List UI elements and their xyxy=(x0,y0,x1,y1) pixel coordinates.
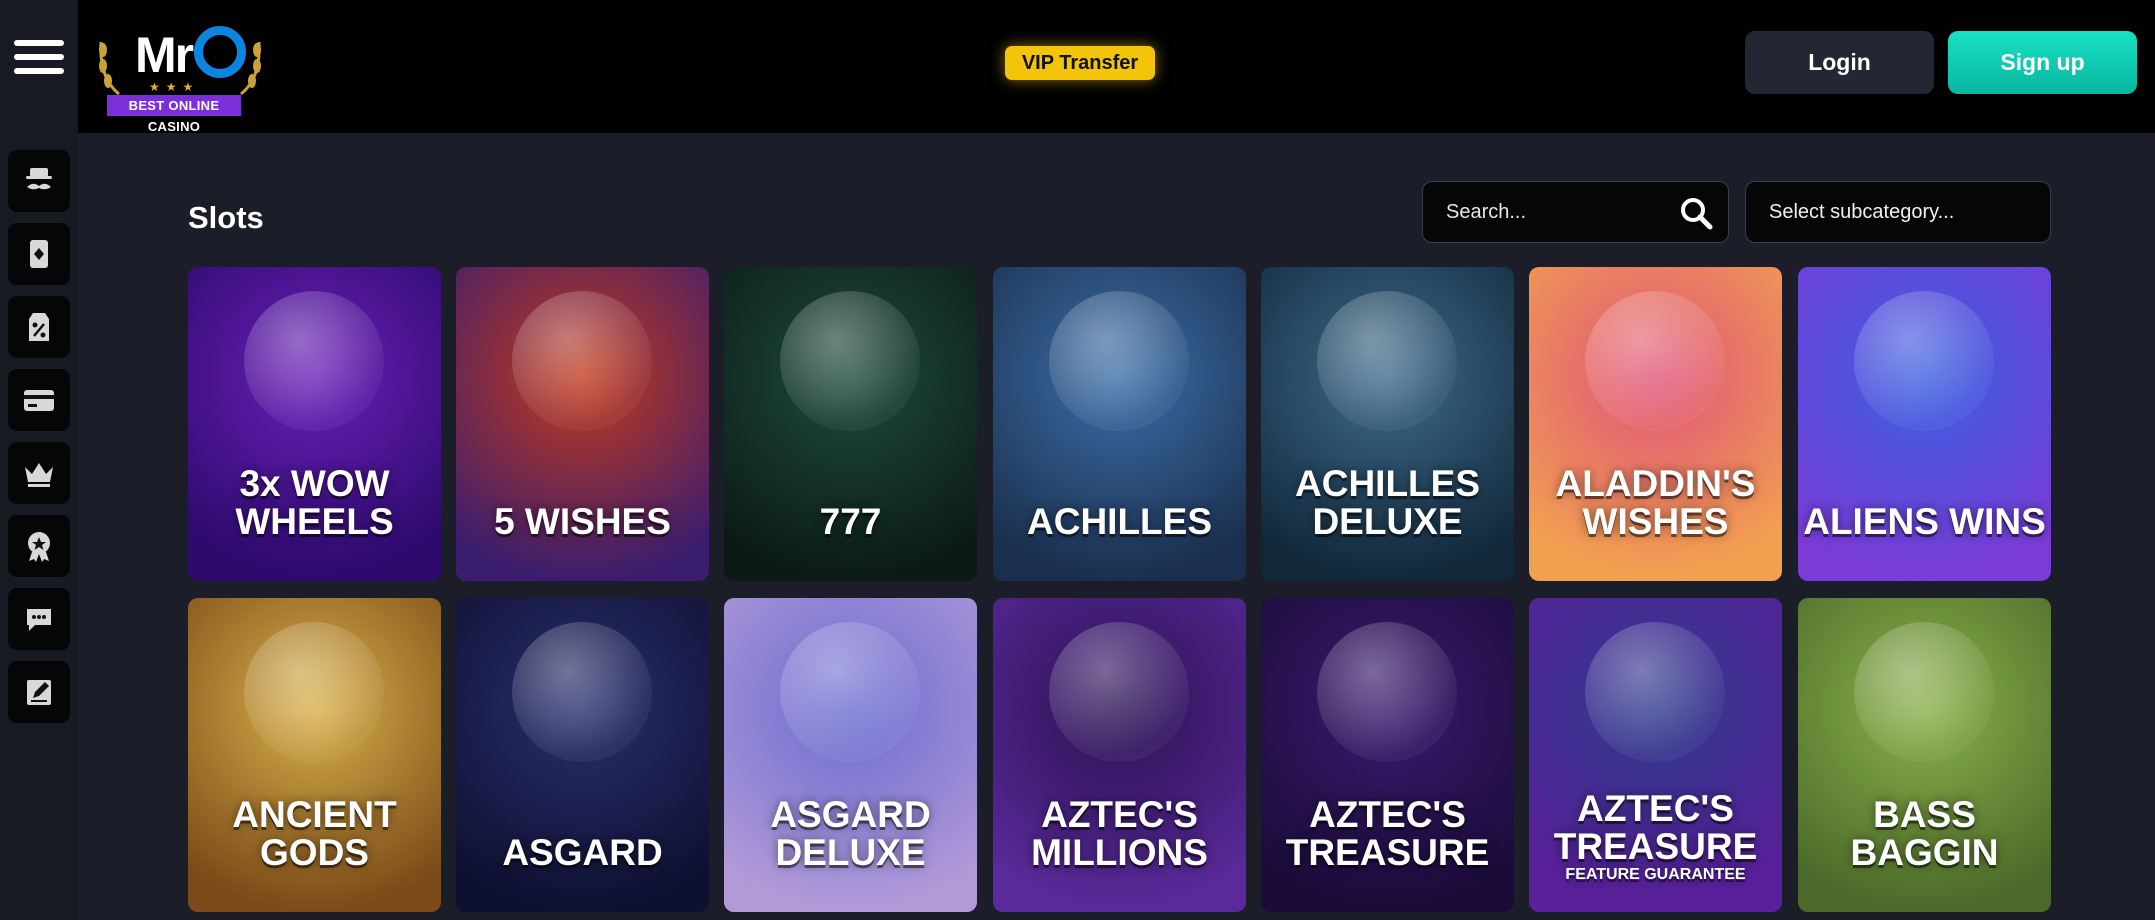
game-artwork-figure xyxy=(1317,622,1457,762)
subcategory-select[interactable]: Select subcategory... xyxy=(1745,181,2051,243)
logo-stars-icon: ★★★ xyxy=(149,80,200,94)
game-artwork-figure xyxy=(1585,291,1725,431)
game-tile[interactable]: ALIENS WINS xyxy=(1798,267,2051,581)
game-tile[interactable]: ACHILLES DELUXE xyxy=(1261,267,1514,581)
game-artwork-figure xyxy=(1585,622,1725,762)
game-tile[interactable]: BASS BAGGIN xyxy=(1798,598,2051,912)
game-title-text: 777 xyxy=(819,501,882,542)
game-tile[interactable]: ANCIENT GODS xyxy=(188,598,441,912)
sidebar-item-vip[interactable] xyxy=(8,442,70,504)
game-artwork-figure xyxy=(512,291,652,431)
page-title: Slots xyxy=(188,200,264,235)
game-tile[interactable]: AZTEC'S MILLIONS xyxy=(993,598,1246,912)
game-title: 777 xyxy=(724,503,977,541)
logo-tagline: BEST ONLINE CASINO xyxy=(107,95,241,134)
game-artwork-figure xyxy=(244,291,384,431)
top-header: Mr ★★★ BEST ONLINE CASINO VIP Transfer L… xyxy=(78,0,2155,134)
crown-icon xyxy=(25,463,53,487)
game-title: ASGARD xyxy=(456,834,709,872)
game-artwork-figure xyxy=(780,291,920,431)
game-title-text: ASGARD DELUXE xyxy=(770,794,931,873)
game-title: ACHILLES DELUXE xyxy=(1261,465,1514,541)
sidebar-item-promotions[interactable] xyxy=(8,296,70,358)
sidebar-item-cards[interactable] xyxy=(8,223,70,285)
game-title: ACHILLES xyxy=(993,503,1246,541)
sidebar-item-support[interactable] xyxy=(8,588,70,650)
laurel-left-icon xyxy=(99,41,120,96)
game-artwork-figure xyxy=(512,622,652,762)
mustache-hat-icon xyxy=(26,168,52,190)
discount-tag-icon xyxy=(29,313,49,341)
search-icon[interactable] xyxy=(1679,196,1713,230)
sidebar-item-payments[interactable] xyxy=(8,369,70,431)
game-title: 3x WOW WHEELS xyxy=(188,465,441,541)
game-title: ALADDIN'S WISHES xyxy=(1529,465,1782,541)
search-input[interactable] xyxy=(1423,182,1673,242)
game-title-text: ALIENS WINS xyxy=(1803,501,2046,542)
game-title-text: 3x WOW WHEELS xyxy=(235,463,394,542)
credit-card-icon xyxy=(24,390,54,411)
game-title: AZTEC'S TREASURE xyxy=(1261,796,1514,872)
game-title-text: AZTEC'S MILLIONS xyxy=(1031,794,1208,873)
game-tile[interactable]: AZTEC'S TREASURE xyxy=(1261,598,1514,912)
game-title: AZTEC'S TREASURE FEATURE GUARANTEE xyxy=(1529,790,1782,884)
game-artwork-figure xyxy=(780,622,920,762)
game-title-text: ASGARD xyxy=(502,832,663,873)
game-artwork-figure xyxy=(1317,291,1457,431)
game-title: BASS BAGGIN xyxy=(1798,796,2051,872)
game-title-text: BASS BAGGIN xyxy=(1850,794,1999,873)
sidebar-item-notes[interactable] xyxy=(8,661,70,723)
sidebar-item-mustache[interactable] xyxy=(8,150,70,212)
edit-note-icon xyxy=(27,680,51,705)
game-tile[interactable]: ACHILLES xyxy=(993,267,1246,581)
game-title-text: AZTEC'S TREASURE xyxy=(1553,788,1758,867)
game-tile[interactable]: 777 xyxy=(724,267,977,581)
signup-button[interactable]: Sign up xyxy=(1948,31,2137,94)
chat-support-icon xyxy=(27,609,51,631)
vip-transfer-button[interactable]: VIP Transfer xyxy=(1005,46,1155,80)
game-title: 5 WISHES xyxy=(456,503,709,541)
game-tile[interactable]: 5 WISHES xyxy=(456,267,709,581)
game-artwork-figure xyxy=(1854,291,1994,431)
game-title: AZTEC'S MILLIONS xyxy=(993,796,1246,872)
game-tile[interactable]: AZTEC'S TREASURE FEATURE GUARANTEE xyxy=(1529,598,1782,912)
game-title: ANCIENT GODS xyxy=(188,796,441,872)
sidebar-item-tournaments[interactable] xyxy=(8,515,70,577)
game-title-text: ALADDIN'S WISHES xyxy=(1555,463,1756,542)
game-title: ASGARD DELUXE xyxy=(724,796,977,872)
award-badge-icon xyxy=(28,532,50,562)
game-title-text: AZTEC'S TREASURE xyxy=(1285,794,1490,873)
game-artwork-figure xyxy=(1049,622,1189,762)
playing-card-icon xyxy=(30,240,48,268)
game-tile[interactable]: 3x WOW WHEELS xyxy=(188,267,441,581)
game-title-text: 5 WISHES xyxy=(494,501,671,542)
game-title-text: ACHILLES DELUXE xyxy=(1295,463,1480,542)
sidebar-nav xyxy=(8,150,70,734)
logo[interactable]: Mr ★★★ BEST ONLINE CASINO xyxy=(93,20,261,134)
game-tile[interactable]: ASGARD DELUXE xyxy=(724,598,977,912)
game-subtitle: FEATURE GUARANTEE xyxy=(1565,866,1746,883)
game-artwork-figure xyxy=(1854,622,1994,762)
game-tile[interactable]: ASGARD xyxy=(456,598,709,912)
hamburger-menu-icon[interactable] xyxy=(14,40,64,82)
login-button[interactable]: Login xyxy=(1745,31,1934,94)
game-tile[interactable]: ALADDIN'S WISHES xyxy=(1529,267,1782,581)
game-title-text: ACHILLES xyxy=(1027,501,1212,542)
game-title: ALIENS WINS xyxy=(1798,503,2051,541)
search-box xyxy=(1422,181,1729,243)
sidebar xyxy=(0,0,78,920)
game-artwork-figure xyxy=(244,622,384,762)
game-title-text: ANCIENT GODS xyxy=(232,794,397,873)
logo-wordmark: Mr xyxy=(135,26,247,84)
game-artwork-figure xyxy=(1049,291,1189,431)
